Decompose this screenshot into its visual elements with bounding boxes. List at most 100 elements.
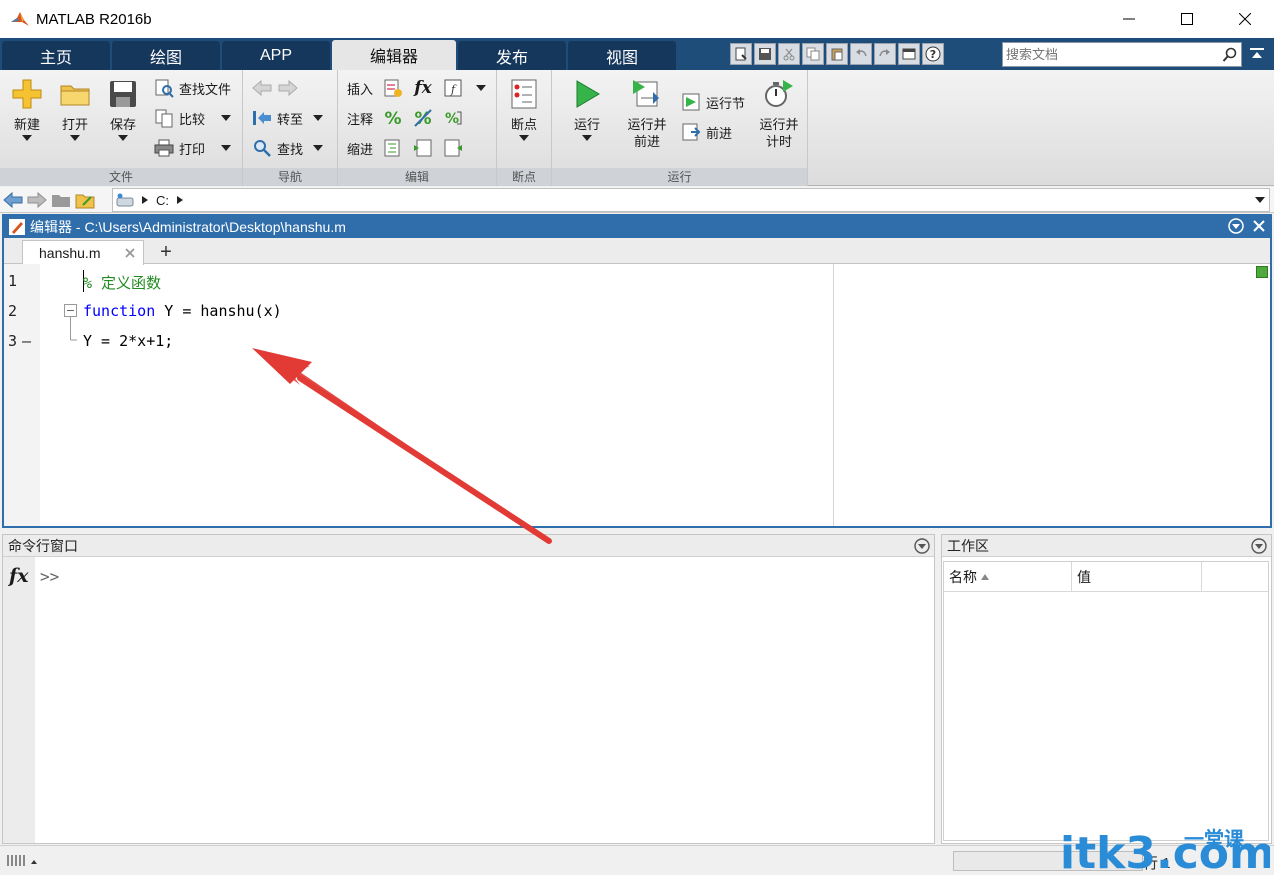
- uncomment-button[interactable]: %: [412, 106, 434, 130]
- back-forward-nav[interactable]: [251, 76, 299, 100]
- help-icon: ?: [925, 46, 941, 62]
- path-chevron-icon: [142, 196, 148, 204]
- new-tab-button[interactable]: +: [148, 240, 184, 264]
- run-and-time-button[interactable]: 运行并 计时: [754, 76, 804, 160]
- new-button[interactable]: 新建: [4, 76, 50, 160]
- open-button[interactable]: 打开: [52, 76, 98, 160]
- panel-menu-icon[interactable]: [914, 538, 930, 554]
- line-number: 1: [8, 272, 18, 290]
- current-folder-path[interactable]: C:: [112, 188, 1270, 212]
- compare-icon: [155, 109, 173, 128]
- undo-icon: [856, 49, 867, 57]
- indent-label: 缩进: [347, 141, 374, 157]
- close-window-button[interactable]: [1216, 0, 1274, 38]
- help-quick-button[interactable]: ?: [922, 43, 944, 65]
- code-editor[interactable]: 1 2 3 — % 定义函数 function Y = hanshu(x) Y …: [4, 264, 1270, 526]
- insert-function-button[interactable]: fx: [412, 76, 434, 100]
- code-line-3: Y = 2*x+1;: [83, 332, 174, 350]
- function-browser-icon[interactable]: fx: [9, 565, 29, 587]
- save-button[interactable]: 保存: [100, 76, 146, 160]
- code-line-1: % 定义函数: [83, 274, 162, 292]
- decrease-indent-icon: [444, 139, 462, 157]
- maximize-button[interactable]: [1158, 0, 1216, 38]
- svg-text:%: %: [445, 111, 459, 127]
- search-input[interactable]: [1003, 43, 1219, 66]
- line-number: 3: [8, 332, 18, 350]
- editor-title-bar: 编辑器 - C:\Users\Administrator\Desktop\han…: [4, 216, 1270, 238]
- tab-publish[interactable]: 发布: [458, 41, 566, 70]
- paste-quick-button[interactable]: [826, 43, 848, 65]
- smart-indent-button[interactable]: [382, 136, 404, 160]
- collapse-ribbon-button[interactable]: [1248, 46, 1266, 62]
- status-busy-indicator: [6, 852, 38, 868]
- stopwatch-icon: [765, 80, 793, 107]
- tab-apps[interactable]: APP: [222, 41, 330, 70]
- plus-icon: [12, 79, 42, 109]
- back-folder-button[interactable]: [2, 189, 24, 211]
- run-button[interactable]: 运行: [564, 76, 610, 160]
- edit-group: 插入 注释 缩进 fx f % % % 编辑: [338, 70, 497, 186]
- switch-windows-quick-button[interactable]: [898, 43, 920, 65]
- path-chevron-icon: [177, 196, 183, 204]
- breakpoints-group: 断点 断点: [497, 70, 552, 186]
- decrease-indent-button[interactable]: [442, 136, 464, 160]
- close-panel-icon[interactable]: [1252, 218, 1266, 234]
- goto-button[interactable]: 转至: [251, 106, 324, 130]
- code-fold-icon[interactable]: [64, 304, 78, 352]
- code-analyzer-status-icon[interactable]: [1256, 266, 1268, 278]
- panel-menu-icon[interactable]: [1228, 218, 1244, 234]
- status-dropdown-icon[interactable]: [30, 852, 38, 868]
- path-segment-drive[interactable]: C:: [156, 193, 169, 208]
- chevron-down-icon[interactable]: [1255, 197, 1265, 203]
- minimize-button[interactable]: [1100, 0, 1158, 38]
- save-quick-button[interactable]: [754, 43, 776, 65]
- tab-plots[interactable]: 绘图: [112, 41, 220, 70]
- code-line-2: function Y = hanshu(x): [83, 302, 282, 320]
- new-script-quick-button[interactable]: [730, 43, 752, 65]
- find-files-button[interactable]: 查找文件: [153, 76, 231, 100]
- command-prompt[interactable]: >>: [40, 567, 59, 586]
- redo-quick-button[interactable]: [874, 43, 896, 65]
- run-section-button[interactable]: 运行节: [680, 90, 745, 114]
- wrap-comment-button[interactable]: %: [442, 106, 464, 130]
- wrap-comment-icon: %: [445, 111, 462, 127]
- save-icon: [759, 48, 771, 60]
- up-folder-button[interactable]: [50, 189, 72, 211]
- increase-indent-button[interactable]: [412, 136, 434, 160]
- forward-folder-button[interactable]: [26, 189, 48, 211]
- column-header-value[interactable]: 值: [1072, 562, 1202, 592]
- smart-indent-icon: [384, 139, 400, 157]
- panel-menu-icon[interactable]: [1251, 538, 1267, 554]
- svg-text:?: ?: [930, 48, 936, 61]
- run-section-icon: [682, 93, 700, 111]
- svg-text:一堂课: 一堂课: [1184, 827, 1245, 851]
- breakpoints-group-label: 断点: [497, 168, 551, 186]
- column-header-name[interactable]: 名称: [944, 562, 1072, 592]
- workspace-header: 工作区: [942, 535, 1271, 557]
- copy-quick-button[interactable]: [802, 43, 824, 65]
- comment-button[interactable]: %: [382, 106, 404, 130]
- insert-fn-template-button[interactable]: f: [442, 76, 486, 100]
- watermark-logo: itk3.com 一堂课: [1060, 827, 1270, 874]
- insert-section-button[interactable]: [382, 76, 404, 100]
- insert-section-icon: [384, 79, 402, 97]
- find-button[interactable]: 查找: [251, 136, 324, 160]
- close-tab-icon[interactable]: [123, 246, 137, 260]
- windows-icon: [902, 48, 916, 60]
- tab-view[interactable]: 视图: [568, 41, 676, 70]
- browse-folder-button[interactable]: [74, 189, 96, 211]
- advance-button[interactable]: 前进: [680, 120, 732, 144]
- breakpoint-dash[interactable]: —: [22, 332, 31, 350]
- run-and-advance-button[interactable]: 运行并 前进: [622, 76, 672, 160]
- compare-button[interactable]: 比较: [153, 106, 232, 130]
- tab-editor[interactable]: 编辑器: [332, 40, 456, 70]
- search-button[interactable]: [1219, 44, 1241, 66]
- scissors-icon: [783, 48, 795, 61]
- undo-quick-button[interactable]: [850, 43, 872, 65]
- cut-quick-button[interactable]: [778, 43, 800, 65]
- breakpoints-button[interactable]: 断点: [501, 76, 547, 160]
- tab-hanshu-m[interactable]: hanshu.m: [22, 240, 144, 265]
- tab-home[interactable]: 主页: [2, 41, 110, 70]
- print-button[interactable]: 打印: [153, 136, 232, 160]
- editor-title: 编辑器 - C:\Users\Administrator\Desktop\han…: [30, 219, 346, 235]
